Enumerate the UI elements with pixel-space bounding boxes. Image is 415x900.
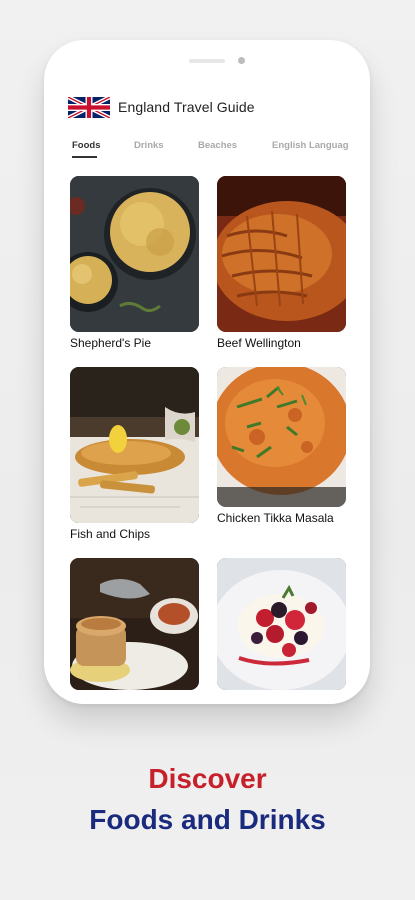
chicken-tikka-masala-image — [217, 367, 346, 507]
phone-camera — [238, 57, 245, 64]
food-card-fish-and-chips[interactable]: Fish and Chips — [70, 367, 199, 542]
food-card-shepherds-pie[interactable]: Shepherd's Pie — [70, 176, 199, 351]
tab-beaches[interactable]: Beaches — [198, 140, 237, 151]
active-tab-indicator — [72, 156, 97, 158]
uk-flag-icon — [68, 96, 110, 118]
tagline-discover: Discover — [148, 763, 267, 794]
food-card-dessert[interactable] — [217, 558, 346, 693]
shepherds-pie-image — [70, 176, 199, 332]
food-card-chicken-tikka-masala[interactable]: Chicken Tikka Masala — [217, 367, 346, 526]
dessert-image — [217, 558, 346, 690]
food-card-beef-wellington[interactable]: Beef Wellington — [217, 176, 346, 351]
food-name: Fish and Chips — [70, 527, 151, 541]
food-name: Shepherd's Pie — [70, 336, 152, 350]
tab-foods[interactable]: Foods — [72, 140, 101, 151]
food-card-pie[interactable] — [70, 558, 199, 693]
beef-wellington-image — [217, 176, 346, 332]
app-bar: England Travel Guide — [68, 95, 255, 119]
food-name: Chicken Tikka Masala — [217, 511, 334, 525]
tagline-foods-and-drinks: Foods and Drinks — [89, 804, 326, 835]
phone-speaker — [189, 59, 225, 63]
food-name: Beef Wellington — [217, 336, 301, 350]
app-title: England Travel Guide — [118, 99, 255, 115]
tab-drinks[interactable]: Drinks — [134, 140, 164, 151]
category-tabs: Foods Drinks Beaches English Languag — [72, 140, 370, 162]
fish-and-chips-image — [70, 367, 199, 523]
phone-frame: England Travel Guide Foods Drinks Beache… — [44, 40, 370, 704]
pie-image — [70, 558, 199, 690]
tab-english-language[interactable]: English Languag — [272, 140, 349, 151]
